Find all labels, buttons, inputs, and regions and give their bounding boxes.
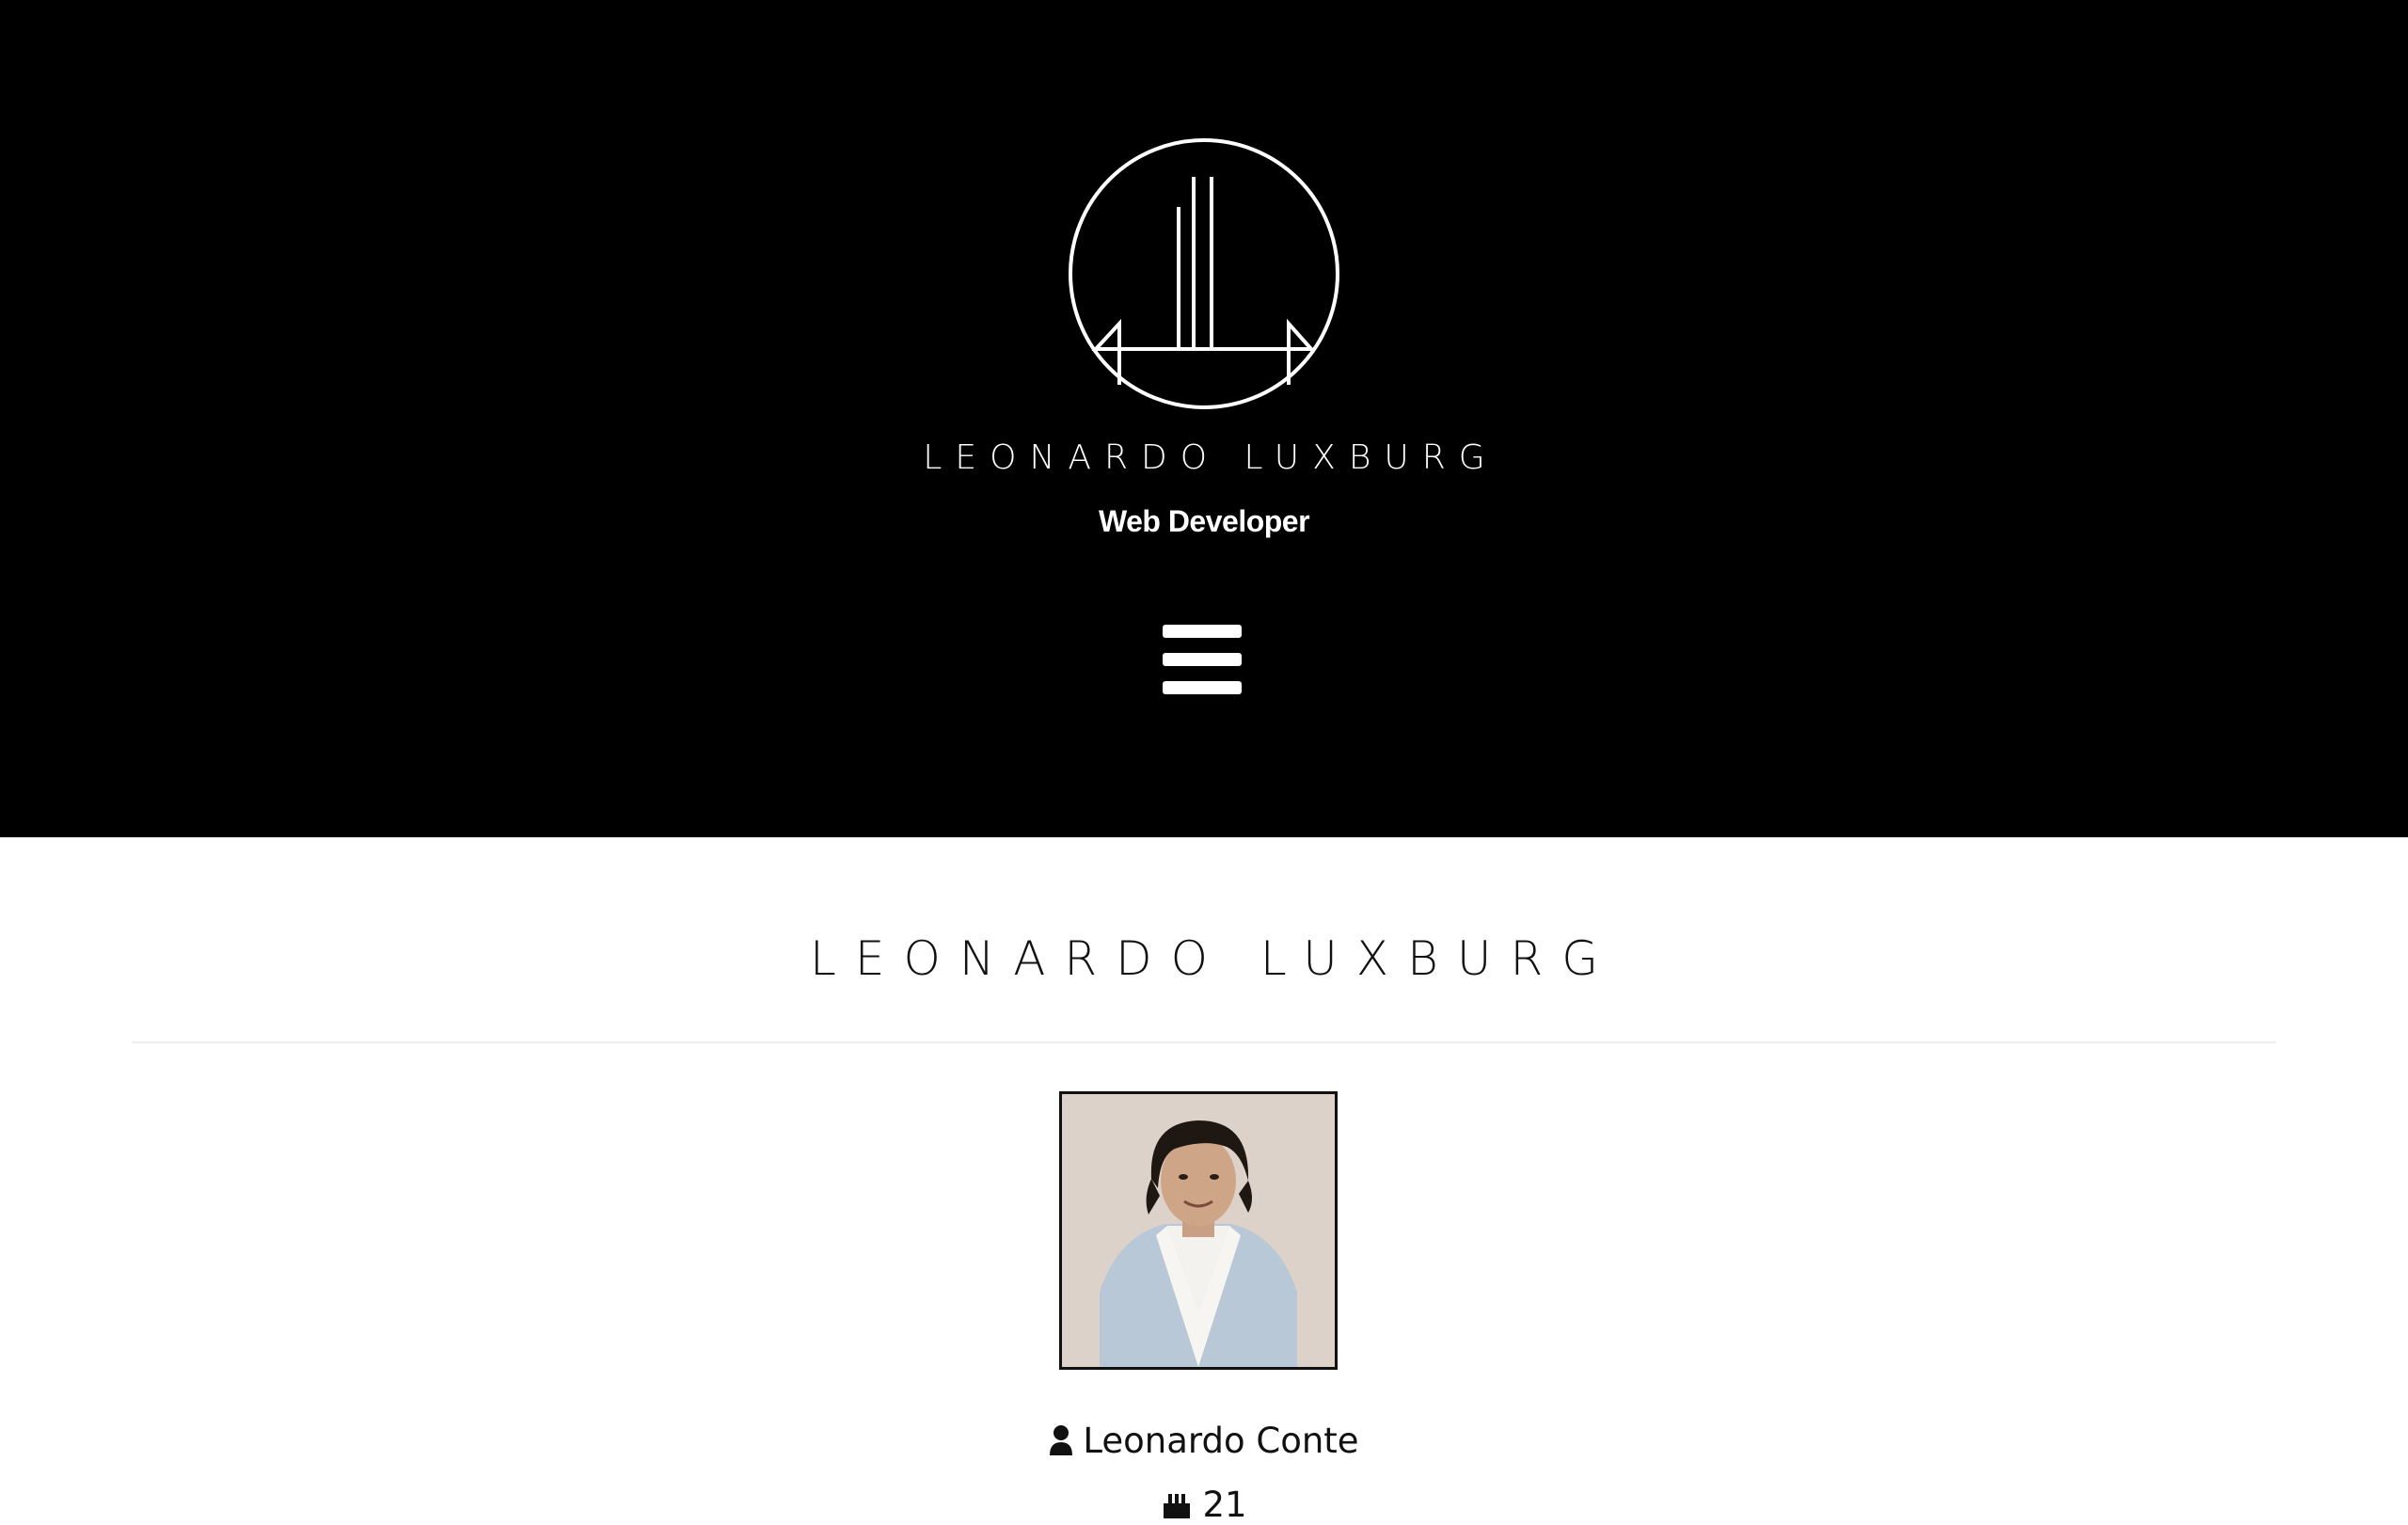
name-line: Leonardo Conte [0,1421,2408,1461]
name-value: Leonardo Conte [1083,1421,1359,1461]
user-icon [1050,1425,1073,1455]
birthday-cake-icon [1164,1494,1191,1518]
brand-name: LEONARDO LUXBURG [923,438,1498,477]
menu-bar [1163,653,1242,666]
role-subtitle: Web Developer [1098,504,1310,538]
section-title: LEONARDO LUXBURG [810,931,1617,986]
divider [132,1041,2276,1043]
menu-bar [1163,625,1242,638]
portrait-photo [1059,1091,1338,1370]
hero-header: LEONARDO LUXBURG Web Developer [0,0,2408,837]
menu-bar [1163,681,1242,694]
hamburger-menu-icon[interactable] [1161,623,1244,694]
portrait-illustration [1062,1094,1335,1367]
logo-icon [1069,138,1339,409]
